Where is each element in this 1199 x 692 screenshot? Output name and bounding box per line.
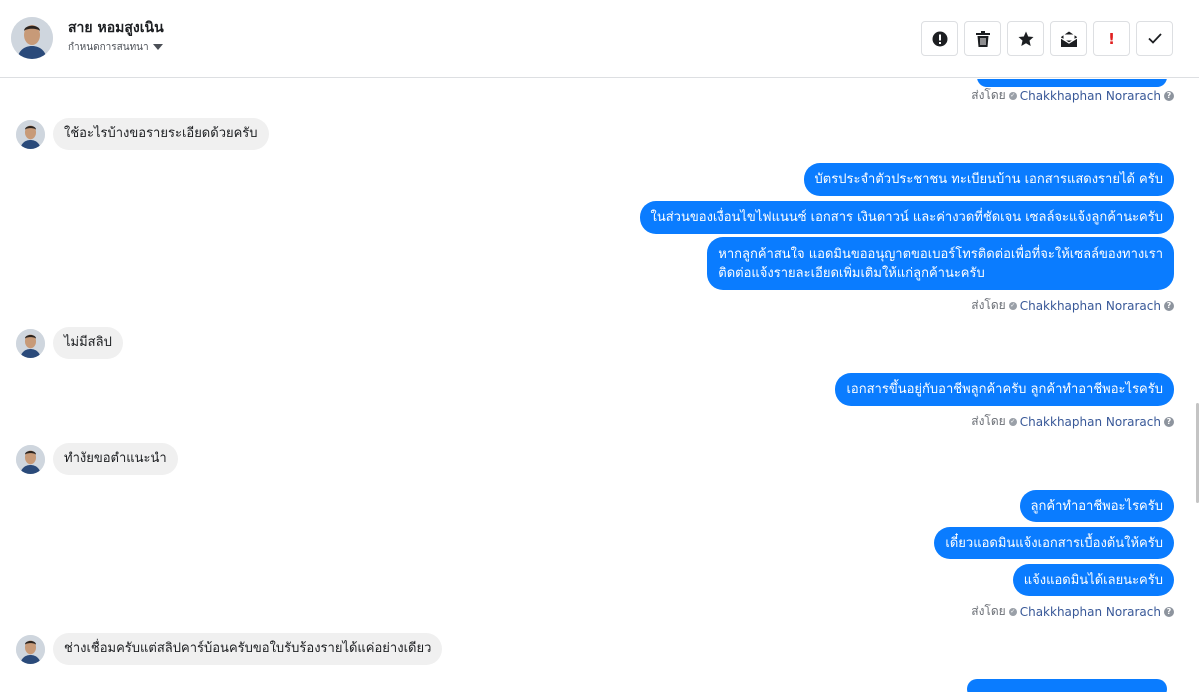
sent-by-line: ส่งโดย ✓ Chakkhaphan Norarach ? — [971, 296, 1174, 315]
sent-by-line: ส่งโดย ✓ Chakkhaphan Norarach ? — [971, 86, 1174, 105]
message-bubble-incoming: ใช้อะไรบ้างขอรายระเอียดด้วยครับ — [53, 118, 269, 150]
message-bubble-incoming: ช่างเชื่อมครับแต่สลิปคาร์บ้อนครับขอใบรับ… — [53, 633, 443, 665]
agent-name-link[interactable]: Chakkhaphan Norarach — [1020, 605, 1161, 619]
incoming-message-row: ทำงัยขอตำแนะนำ — [16, 443, 178, 475]
message-bubble-outgoing: แจ้งแอดมินได้เลยนะครับ — [1012, 564, 1174, 596]
contact-avatar[interactable] — [11, 17, 53, 59]
verified-icon: ✓ — [1008, 91, 1017, 100]
star-button[interactable] — [1007, 21, 1044, 56]
sent-by-label: ส่งโดย — [971, 298, 1006, 312]
important-button[interactable]: ! — [1093, 21, 1130, 56]
exclamation-circle-icon — [932, 31, 947, 46]
star-icon — [1018, 31, 1033, 46]
message-bubble-outgoing: เดี๋ยวแอดมินแจ้งเอกสารเบื้องต้นให้ครับ — [934, 527, 1174, 559]
sender-avatar — [16, 119, 45, 149]
message-bubble-outgoing — [967, 679, 1167, 692]
message-bubble-outgoing: ในส่วนของเงื่อนไขไฟแนนซ์ เอกสาร เงินดาวน… — [639, 201, 1174, 234]
trash-icon — [975, 30, 990, 47]
contact-name[interactable]: สาย หอมสูงเนิน — [68, 17, 164, 39]
message-bubble-outgoing: บัตรประจำตัวประชาชน ทะเบียนบ้าน เอกสารแส… — [803, 163, 1174, 196]
sent-by-label: ส่งโดย — [971, 414, 1006, 428]
conversation-schedule-label: กำหนดการสนทนา — [68, 42, 149, 53]
help-icon[interactable]: ? — [1164, 300, 1174, 311]
message-thread[interactable]: ส่งโดย ✓ Chakkhaphan Norarach ? ใช้อะไรบ… — [0, 79, 1199, 692]
verified-icon: ✓ — [1008, 417, 1017, 426]
sender-avatar — [16, 444, 45, 474]
message-bubble-outgoing: หากลูกค้าสนใจ แอดมินขออนุญาตขอเบอร์โทรติ… — [707, 237, 1174, 290]
incoming-message-row: ช่างเชื่อมครับแต่สลิปคาร์บ้อนครับขอใบรับ… — [16, 633, 443, 665]
incoming-message-row: ใช้อะไรบ้างขอรายระเอียดด้วยครับ — [16, 118, 269, 150]
sent-by-line: ส่งโดย ✓ Chakkhaphan Norarach ? — [971, 602, 1174, 621]
agent-name-link[interactable]: Chakkhaphan Norarach — [1020, 415, 1161, 429]
exclamation-icon: ! — [1108, 29, 1115, 48]
message-bubble-incoming: ไม่มีสลิป — [53, 327, 123, 359]
conversation-header: สาย หอมสูงเนิน กำหนดการสนทนา ! — [0, 0, 1199, 78]
agent-name-link[interactable]: Chakkhaphan Norarach — [1020, 299, 1161, 313]
sent-by-line: ส่งโดย ✓ Chakkhaphan Norarach ? — [971, 412, 1174, 431]
agent-name-link[interactable]: Chakkhaphan Norarach — [1020, 89, 1161, 103]
help-icon[interactable]: ? — [1164, 606, 1174, 617]
message-line: หากลูกค้าสนใจ แอดมินขออนุญาตขอเบอร์โทรติ… — [718, 247, 1163, 262]
help-icon[interactable]: ? — [1164, 90, 1174, 101]
conversation-toolbar: ! — [921, 21, 1173, 56]
verified-icon: ✓ — [1008, 607, 1017, 616]
message-bubble-incoming: ทำงัยขอตำแนะนำ — [53, 443, 178, 475]
envelope-icon — [1060, 31, 1077, 47]
message-bubble-outgoing: ลูกค้าทำอาชีพอะไรครับ — [1019, 490, 1174, 522]
alert-button[interactable] — [921, 21, 958, 56]
verified-icon: ✓ — [1008, 301, 1017, 310]
sender-avatar — [16, 328, 45, 358]
sent-by-label: ส่งโดย — [971, 604, 1006, 618]
checkmark-icon — [1147, 33, 1162, 44]
mark-unread-button[interactable] — [1050, 21, 1087, 56]
sent-by-label: ส่งโดย — [971, 88, 1006, 102]
sender-avatar — [16, 634, 45, 664]
done-button[interactable] — [1136, 21, 1173, 56]
help-icon[interactable]: ? — [1164, 416, 1174, 427]
caret-down-icon — [152, 44, 163, 50]
delete-button[interactable] — [964, 21, 1001, 56]
incoming-message-row: ไม่มีสลิป — [16, 327, 123, 359]
conversation-schedule-dropdown[interactable]: กำหนดการสนทนา — [68, 40, 163, 55]
message-line: ติดต่อแจ้งรายละเอียดเพิ่มเติมให้แก่ลูกค้… — [718, 266, 985, 281]
message-bubble-outgoing: เอกสารขึ้นอยู่กับอาชีพลูกค้าครับ ลูกค้าท… — [835, 373, 1174, 406]
